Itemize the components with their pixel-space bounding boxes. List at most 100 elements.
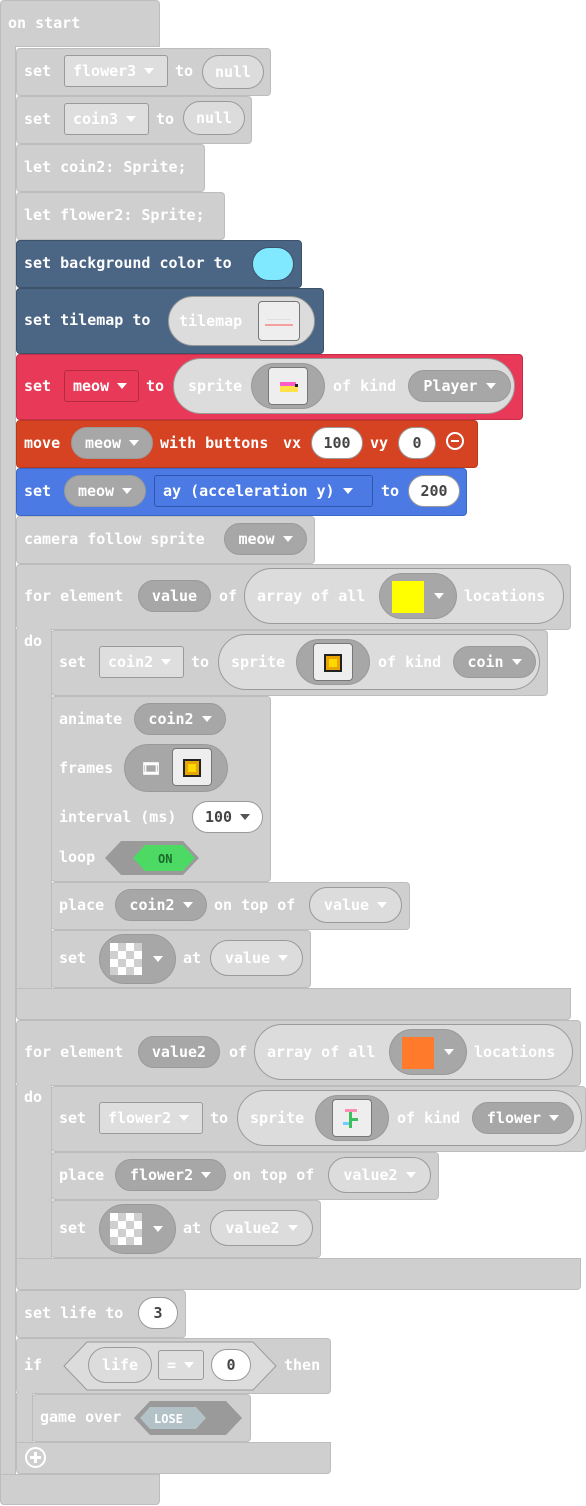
dropdown-caret-icon [179,1115,190,1121]
value2-variable-dropdown[interactable]: value2 [210,1210,313,1246]
null-value[interactable]: null [183,101,245,135]
value-label: value [323,896,370,914]
meow-variable-dropdown[interactable]: meow [224,523,307,555]
set-label: set [59,949,87,967]
dropdown-caret-icon [129,440,140,446]
interval-value: 100 [204,808,233,826]
background-color-swatch[interactable] [252,247,294,281]
set-label: set [24,377,52,395]
meow-variable-dropdown[interactable]: meow [71,427,153,459]
lose-toggle-label: LOSE [154,1412,183,1426]
value-variable[interactable]: value [138,580,211,612]
coin3-label: coin3 [73,110,119,128]
ay-value: 200 [420,482,448,500]
coin-sprite-thumbnail[interactable] [313,643,353,681]
dropdown-caret-icon [153,956,163,962]
if-footer [16,1442,331,1474]
flower2-label: flower2 [108,1109,172,1127]
set-life-label: set life to [24,1304,124,1322]
value-variable-dropdown[interactable]: value [210,940,303,976]
coin2-label: coin2 [148,710,194,728]
player-kind-dropdown[interactable]: Player [408,370,511,402]
to-label: to [156,110,175,128]
coin2-variable-dropdown[interactable]: coin2 [115,889,207,921]
locations-label: locations [474,1043,556,1061]
for-element-label: for element [24,587,124,605]
for-element-flower-spine [16,1085,52,1259]
meow-dropdown[interactable]: meow [64,370,139,402]
on-start-footer [0,1474,160,1505]
animate-label: animate [59,710,123,728]
dropdown-caret-icon [444,1049,454,1055]
meow-label: meow [238,530,275,548]
flower-kind-dropdown[interactable]: flower [472,1102,574,1134]
value-variable-dropdown[interactable]: value [309,887,402,923]
transparent-tile-swatch [110,943,142,975]
null-label: null [195,109,233,127]
sprite-label: sprite [231,653,286,671]
set-background-color-label: set background color to [24,254,232,272]
add-icon[interactable] [25,1447,46,1468]
for-element-flower-footer [16,1258,581,1290]
acceleration-property-dropdown[interactable]: ay (acceleration y) [154,475,373,507]
flower-kind-label: flower [486,1109,542,1127]
of-label: of [229,1043,248,1061]
coin2-variable-dropdown[interactable]: coin2 [134,703,226,735]
lose-toggle[interactable] [134,1401,242,1435]
coin-kind-dropdown[interactable]: coin [453,646,536,678]
flower3-dropdown[interactable]: flower3 [64,55,168,87]
of-kind-label: of kind [378,653,442,671]
flower-sprite-thumbnail[interactable] [332,1099,372,1137]
for-element-coin-footer [16,988,571,1020]
set-label: set [24,62,52,80]
meow-label: meow [73,377,110,395]
flower2-dropdown[interactable]: flower2 [99,1102,203,1134]
then-label: then [284,1356,321,1374]
move-label: move [24,434,61,452]
loop-toggle[interactable] [105,841,199,875]
on-start-spine [0,46,16,1476]
equals-operator-dropdown[interactable]: = [158,1350,204,1380]
coin-frame-thumbnail[interactable] [172,748,212,786]
film-icon: 🎞 [141,758,162,778]
value2-variable[interactable]: value2 [138,1036,220,1068]
value-label: value [151,587,198,605]
meow-variable-dropdown[interactable]: meow [64,475,146,507]
dropdown-caret-icon [278,955,289,961]
life-input[interactable]: 3 [138,1297,178,1329]
dropdown-caret-icon [122,488,133,494]
dropdown-caret-icon [377,902,388,908]
at-label: at [183,949,202,967]
tilemap-label: tilemap [179,312,243,330]
tilemap-thumbnail[interactable] [258,301,300,341]
coin3-dropdown[interactable]: coin3 [64,103,149,135]
vy-input[interactable]: 0 [398,427,436,459]
meow-sprite-thumbnail[interactable] [268,367,308,405]
dropdown-caret-icon [144,68,155,74]
value-label: value [224,949,271,967]
zero-input[interactable]: 0 [211,1349,251,1381]
remove-icon[interactable] [446,432,464,450]
vx-input[interactable]: 100 [311,427,363,459]
flower3-label: flower3 [73,62,137,80]
flower2-variable-dropdown[interactable]: flower2 [115,1159,226,1191]
null-value[interactable]: null [202,55,264,89]
ay-input[interactable]: 200 [408,475,460,507]
dropdown-caret-icon [485,383,496,389]
for-element-label: for element [24,1043,124,1061]
life-variable[interactable]: life [88,1347,152,1383]
vy-label: vy [370,434,389,452]
dropdown-caret-icon [201,1172,212,1178]
coin2-label: coin2 [129,896,175,914]
zero-value: 0 [226,1356,236,1374]
on-top-of-label: on top of [214,896,296,914]
frames-label: frames [59,759,114,777]
value2-variable-dropdown[interactable]: value2 [328,1157,431,1193]
dropdown-caret-icon [549,1115,560,1121]
interval-dropdown[interactable]: 100 [192,801,263,833]
on-top-of-label: on top of [233,1166,315,1184]
coin2-dropdown[interactable]: coin2 [99,646,184,678]
if-spine [16,1393,33,1443]
dropdown-caret-icon [184,1362,195,1368]
place-label: place [59,896,105,914]
